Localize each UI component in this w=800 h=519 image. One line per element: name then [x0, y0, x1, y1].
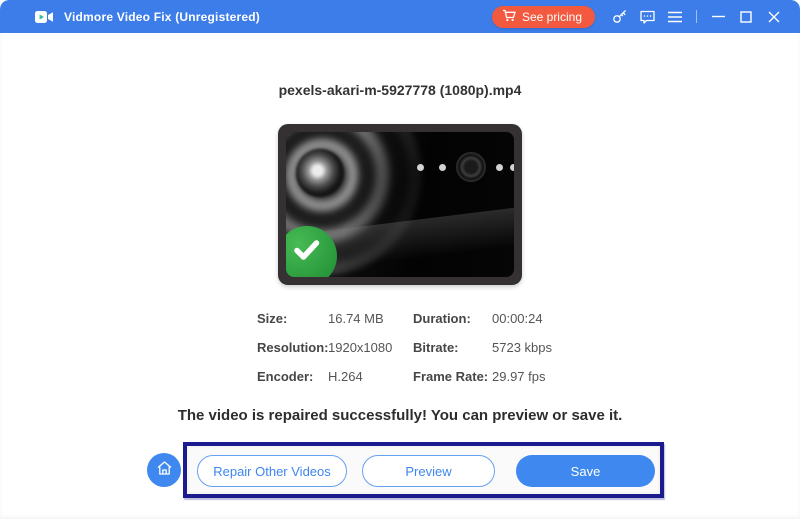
metadata-row: Size: 16.74 MB Duration: 00:00:24 — [257, 304, 567, 333]
app-logo-icon — [35, 10, 54, 24]
meta-value: H.264 — [328, 369, 413, 384]
meta-value: 00:00:24 — [492, 311, 567, 326]
video-metadata: Size: 16.74 MB Duration: 00:00:24 Resolu… — [257, 304, 567, 391]
meta-label: Resolution: — [257, 340, 328, 355]
see-pricing-label: See pricing — [522, 10, 582, 24]
repair-other-videos-label: Repair Other Videos — [213, 464, 331, 479]
close-button[interactable] — [760, 5, 788, 29]
meta-value: 16.74 MB — [328, 311, 413, 326]
meta-label: Size: — [257, 311, 328, 326]
home-button[interactable] — [147, 453, 181, 487]
preview-button[interactable]: Preview — [362, 455, 495, 487]
titlebar-divider — [696, 10, 697, 23]
highlight-dot — [417, 164, 424, 171]
app-title: Vidmore Video Fix (Unregistered) — [64, 10, 260, 24]
success-message: The video is repaired successfully! You … — [0, 407, 800, 424]
title-bar: Vidmore Video Fix (Unregistered) See pri… — [0, 0, 800, 33]
video-filename: pexels-akari-m-5927778 (1080p).mp4 — [0, 82, 800, 98]
save-label: Save — [571, 464, 601, 479]
metadata-row: Resolution: 1920x1080 Bitrate: 5723 kbps — [257, 333, 567, 362]
meta-label: Bitrate: — [413, 340, 492, 355]
menu-icon[interactable] — [661, 5, 689, 29]
meta-label: Encoder: — [257, 369, 328, 384]
maximize-button[interactable] — [732, 5, 760, 29]
see-pricing-button[interactable]: See pricing — [492, 6, 595, 28]
meta-label: Frame Rate: — [413, 369, 492, 384]
video-thumbnail-image — [286, 132, 514, 277]
cart-icon — [502, 9, 516, 25]
app-window: Vidmore Video Fix (Unregistered) See pri… — [0, 0, 800, 519]
repair-other-videos-button[interactable]: Repair Other Videos — [197, 455, 347, 487]
home-icon — [156, 460, 173, 481]
feedback-icon[interactable] — [633, 5, 661, 29]
meta-value: 5723 kbps — [492, 340, 567, 355]
highlight-dot — [496, 164, 503, 171]
meta-value: 29.97 fps — [492, 369, 567, 384]
save-button[interactable]: Save — [516, 455, 655, 487]
record-knob-art — [456, 152, 486, 182]
meta-value: 1920x1080 — [328, 340, 413, 355]
preview-label: Preview — [405, 464, 451, 479]
meta-label: Duration: — [413, 311, 492, 326]
highlight-dot — [510, 164, 514, 171]
video-thumbnail — [278, 124, 522, 285]
register-key-icon[interactable] — [605, 5, 633, 29]
highlight-dot — [439, 164, 446, 171]
minimize-button[interactable] — [704, 5, 732, 29]
metadata-row: Encoder: H.264 Frame Rate: 29.97 fps — [257, 362, 567, 391]
titlebar-actions: See pricing — [492, 5, 788, 29]
